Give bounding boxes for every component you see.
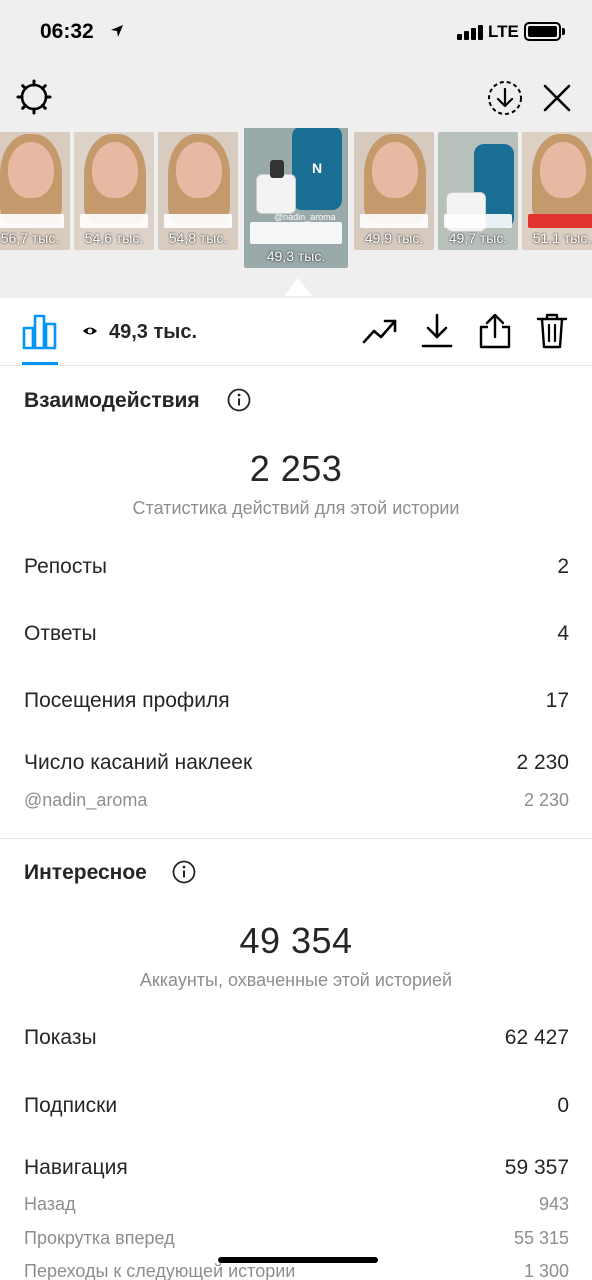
views-count: 49,3 тыс. xyxy=(109,321,198,343)
location-arrow-icon xyxy=(111,25,123,37)
metric-label: Репосты xyxy=(24,555,108,578)
sub-metric-label: Прокрутка вперед xyxy=(24,1228,175,1248)
metric-label: Посещения профиля xyxy=(24,689,230,712)
insights-tab-bar: 49,3 тыс. xyxy=(0,298,592,366)
info-icon[interactable] xyxy=(227,388,251,412)
network-label: LTE xyxy=(488,22,519,41)
story-views: 49,7 тыс. xyxy=(448,230,508,246)
story-views: 56,7 тыс. xyxy=(0,230,60,246)
interactions-caption: Статистика действий для этой истории xyxy=(132,498,460,518)
metric-row-reposts: Репосты 2 xyxy=(24,555,569,579)
sub-metric-value: 943 xyxy=(538,1194,569,1214)
metric-value: 62 427 xyxy=(504,1026,569,1049)
sub-metric-row-back: Назад 943 xyxy=(24,1194,569,1215)
status-time: 06:32 xyxy=(40,20,94,43)
discovery-caption: Аккаунты, охваченные этой историей xyxy=(139,970,453,990)
info-icon[interactable] xyxy=(172,860,196,884)
metric-row-replies: Ответы 4 xyxy=(24,622,569,646)
sub-metric-label: Назад xyxy=(24,1194,76,1214)
interactions-title: Взаимодействия xyxy=(24,389,200,412)
metric-value: 17 xyxy=(545,689,569,712)
story-thumbnail-selected[interactable]: N @nadin_aroma 49,3 тыс. xyxy=(244,128,348,268)
metric-label: Навигация xyxy=(24,1156,128,1179)
download-circle-icon[interactable] xyxy=(486,79,524,117)
sub-metric-row-forward: Прокрутка вперед 55 315 xyxy=(24,1228,569,1249)
metric-value: 59 357 xyxy=(504,1156,569,1179)
story-thumbnail[interactable]: 49,7 тыс. xyxy=(438,132,518,250)
discovery-title: Интересное xyxy=(24,861,147,884)
share-icon[interactable] xyxy=(478,313,512,349)
chart-icon[interactable] xyxy=(22,314,58,350)
story-views: 49,9 тыс. xyxy=(364,230,424,246)
interactions-total: 2 253 xyxy=(249,448,343,489)
home-indicator[interactable] xyxy=(218,1257,378,1263)
signal-icon xyxy=(457,25,483,40)
story-views: 54,6 тыс. xyxy=(84,230,144,246)
metric-value: 2 230 xyxy=(516,751,569,774)
gear-icon[interactable] xyxy=(15,78,53,116)
sub-metric-value: 55 315 xyxy=(513,1228,569,1248)
story-thumbnail[interactable]: 51,1 тыс. xyxy=(522,132,592,250)
metric-row-sticker-taps: Число касаний наклеек 2 230 xyxy=(24,751,569,775)
section-divider xyxy=(0,838,592,839)
metric-row-profile-visits: Посещения профиля 17 xyxy=(24,689,569,713)
battery-icon xyxy=(524,22,561,41)
metric-label: Число касаний наклеек xyxy=(24,751,253,774)
eye-icon xyxy=(83,327,97,335)
sub-metric-label: @nadin_aroma xyxy=(24,790,148,810)
story-views: 51,1 тыс. xyxy=(532,230,592,246)
top-toolbar xyxy=(0,66,592,128)
sub-metric-row-mention: @nadin_aroma 2 230 xyxy=(24,790,569,811)
story-tag: @nadin_aroma xyxy=(274,212,336,222)
metric-row-impressions: Показы 62 427 xyxy=(24,1026,569,1050)
metric-label: Ответы xyxy=(24,622,97,645)
metric-value: 2 xyxy=(557,555,569,578)
sub-metric-value: 2 230 xyxy=(523,790,569,810)
discovery-total: 49 354 xyxy=(239,920,353,961)
selected-story-caret xyxy=(284,278,312,296)
story-thumbnail[interactable]: 54,6 тыс. xyxy=(74,132,154,250)
story-thumbnail[interactable]: 54,8 тыс. xyxy=(158,132,238,250)
close-icon[interactable] xyxy=(541,82,573,114)
metric-row-navigation: Навигация 59 357 xyxy=(24,1156,569,1180)
metric-value: 4 xyxy=(557,622,569,645)
story-views: 49,3 тыс. xyxy=(266,248,326,264)
trend-icon[interactable] xyxy=(362,316,398,346)
metric-label: Подписки xyxy=(24,1094,118,1117)
sub-metric-row-next-story: Переходы к следующей истории 1 300 xyxy=(24,1261,569,1280)
metric-label: Показы xyxy=(24,1026,97,1049)
story-thumbnail[interactable]: 56,7 тыс. xyxy=(0,132,70,250)
story-views: 54,8 тыс. xyxy=(168,230,228,246)
status-bar: 06:32 LTE xyxy=(0,0,592,66)
download-icon[interactable] xyxy=(420,313,454,349)
sub-metric-value: 1 300 xyxy=(523,1261,569,1280)
trash-icon[interactable] xyxy=(536,313,568,349)
metric-value: 0 xyxy=(557,1094,569,1117)
active-tab-indicator xyxy=(22,362,58,365)
stories-strip: 56,7 тыс. 54,6 тыс. 54,8 тыс. N @nadin_a… xyxy=(0,128,592,298)
sub-metric-label: Переходы к следующей истории xyxy=(24,1261,296,1280)
metric-row-follows: Подписки 0 xyxy=(24,1094,569,1118)
story-thumbnail[interactable]: 49,9 тыс. xyxy=(354,132,434,250)
